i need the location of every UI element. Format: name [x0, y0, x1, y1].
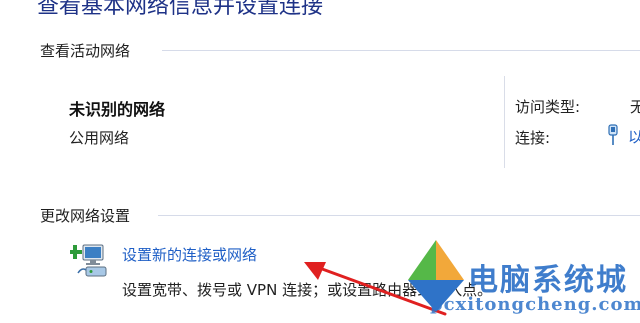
network-setup-icon	[70, 244, 107, 277]
active-networks-title: 查看活动网络	[40, 42, 131, 60]
change-settings-title: 更改网络设置	[40, 207, 131, 225]
access-type-label: 访问类型:	[515, 98, 581, 116]
watermark-title: 电脑系统城	[468, 263, 628, 298]
access-type-value: 无	[630, 98, 640, 116]
connection-label: 连接:	[515, 129, 551, 147]
setup-new-connection-link[interactable]: 设置新的连接或网络	[122, 244, 257, 265]
column-divider	[504, 76, 505, 168]
section-divider	[162, 50, 640, 51]
watermark-url: pcxitongcheng.com	[430, 294, 640, 315]
page-heading: 查看基本网络信息并设置连接	[37, 0, 324, 19]
network-type-link[interactable]: 公用网络	[69, 127, 129, 148]
section-divider	[158, 215, 640, 216]
ethernet-connection-icon	[608, 124, 618, 145]
network-name: 未识别的网络	[69, 100, 166, 119]
connection-value-link[interactable]: 以	[628, 126, 640, 147]
